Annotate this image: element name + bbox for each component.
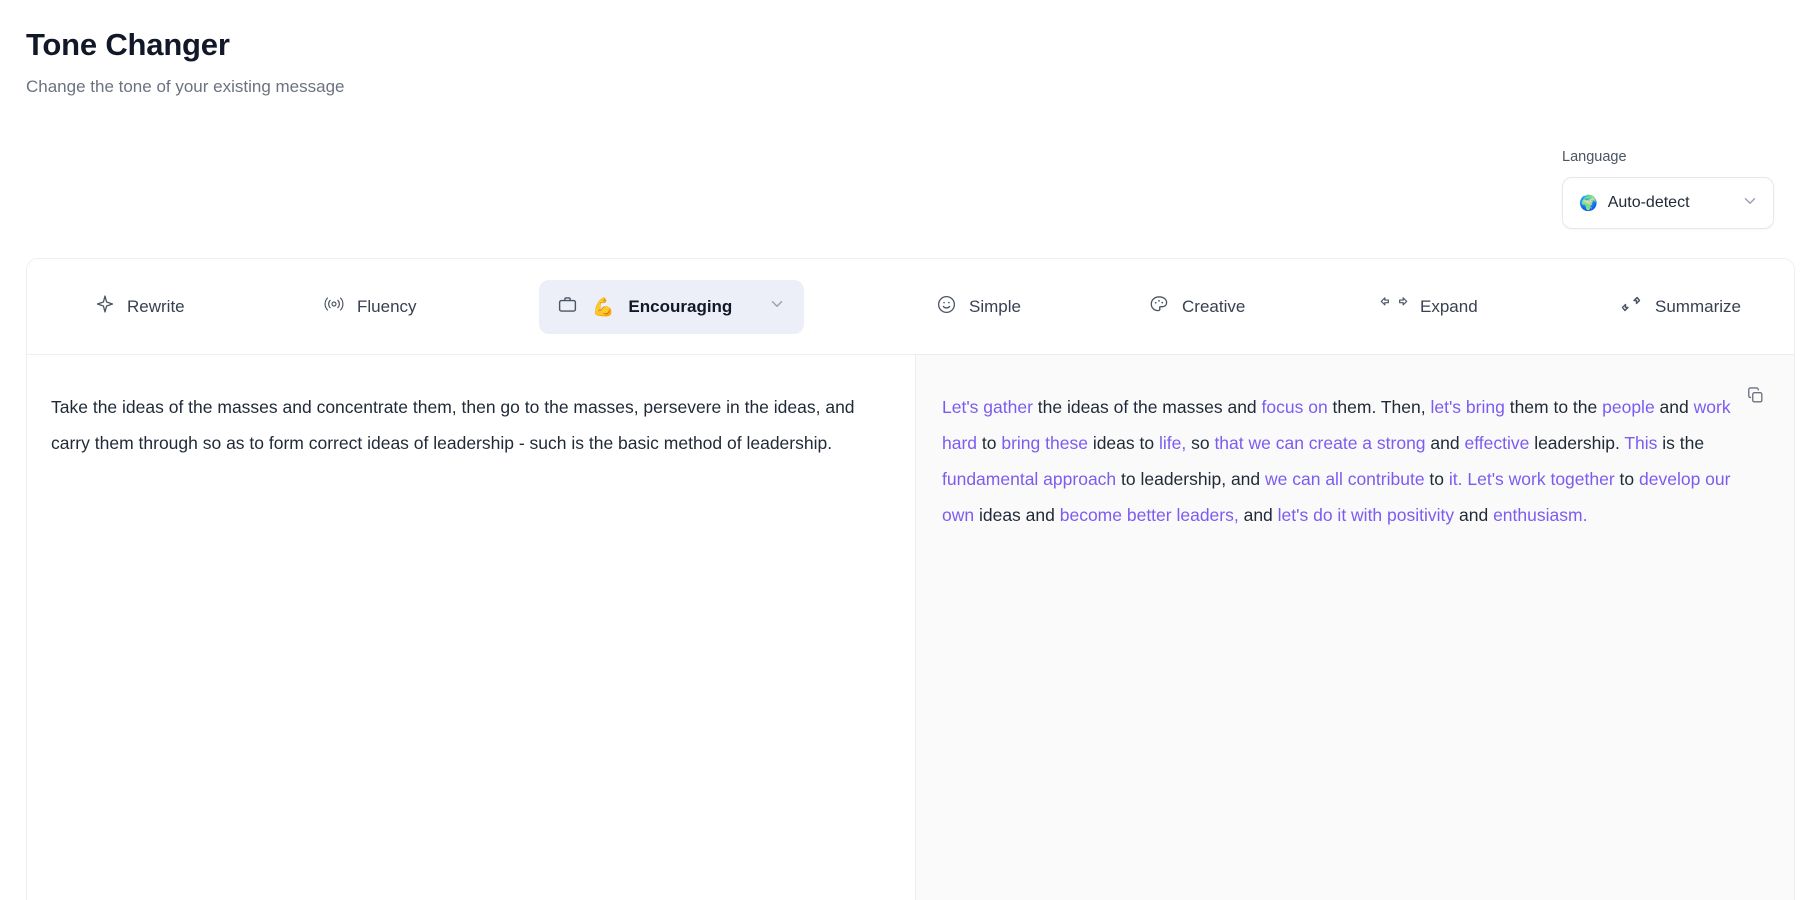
output-plain-span: them. Then,: [1327, 397, 1431, 417]
source-text[interactable]: Take the ideas of the masses and concent…: [51, 389, 881, 461]
output-highlight-span: it. Let's work together: [1448, 469, 1615, 489]
output-plain-span: to: [1424, 469, 1449, 489]
tab-simple-label: Simple: [969, 297, 1021, 316]
globe-icon: 🌍: [1579, 194, 1598, 212]
tab-encouraging-label: Encouraging: [628, 297, 733, 316]
output-plain-span: them to the: [1504, 397, 1603, 417]
tab-expand-label: Expand: [1420, 297, 1478, 316]
output-highlight-span: bring these: [1001, 433, 1088, 453]
output-highlight-span: Let's gather: [942, 397, 1033, 417]
tone-tabbar: Rewrite Fluency 💪 Encouraging Simple Cre…: [27, 259, 1794, 355]
tab-fluency[interactable]: Fluency: [307, 280, 433, 334]
output-plain-span: to: [977, 433, 1002, 453]
output-highlight-span: focus on: [1261, 397, 1328, 417]
output-text: Let's gather the ideas of the masses and…: [942, 389, 1732, 533]
tab-summarize-label: Summarize: [1655, 297, 1741, 316]
output-highlight-span: let's do it with positivity: [1277, 505, 1455, 525]
output-plain-span: to leadership, and: [1116, 469, 1266, 489]
tab-simple[interactable]: Simple: [920, 280, 1037, 334]
output-highlight-span: we can all contribute: [1265, 469, 1425, 489]
output-plain-span: and: [1454, 505, 1494, 525]
sparkle-icon: [95, 294, 115, 319]
editor-panes: Take the ideas of the masses and concent…: [27, 355, 1794, 900]
briefcase-icon: [557, 294, 578, 320]
tab-summarize[interactable]: Summarize: [1603, 280, 1757, 334]
language-selected-value: Auto-detect: [1607, 194, 1690, 211]
tab-fluency-label: Fluency: [357, 297, 417, 316]
tab-creative[interactable]: Creative: [1132, 280, 1261, 334]
output-plain-span: leadership.: [1529, 433, 1625, 453]
signal-icon: [323, 294, 345, 319]
tab-encouraging[interactable]: 💪 Encouraging: [539, 279, 805, 334]
flexed-biceps-emoji-icon: 💪: [592, 296, 615, 317]
output-highlight-span: become better leaders,: [1059, 505, 1239, 525]
output-highlight-span: let's bring: [1430, 397, 1505, 417]
palette-icon: [1148, 294, 1170, 320]
output-highlight-span: that we can create a strong: [1214, 433, 1426, 453]
language-selector-block: Language 🌍 Auto-detect: [1562, 148, 1774, 229]
output-highlight-span: enthusiasm.: [1493, 505, 1588, 525]
output-plain-span: ideas and: [974, 505, 1060, 525]
tone-changer-page: Tone Changer Change the tone of your exi…: [0, 0, 1800, 900]
page-header: Tone Changer Change the tone of your exi…: [26, 26, 344, 98]
tone-card: Rewrite Fluency 💪 Encouraging Simple Cre…: [26, 258, 1795, 900]
output-highlight-span: life,: [1158, 433, 1187, 453]
page-title: Tone Changer: [26, 27, 230, 62]
output-plain-span: and: [1425, 433, 1465, 453]
output-plain-span: is the: [1657, 433, 1705, 453]
output-plain-span: and: [1238, 505, 1278, 525]
tab-creative-label: Creative: [1182, 297, 1246, 316]
expand-arrows-icon: [1380, 295, 1408, 318]
copy-button[interactable]: [1740, 383, 1770, 413]
output-highlight-span: people: [1602, 397, 1655, 417]
chevron-down-icon: [1741, 192, 1759, 215]
tab-encouraging-chevron-down-icon[interactable]: [768, 295, 786, 318]
output-plain-span: the ideas of the masses and: [1032, 397, 1262, 417]
page-subtitle: Change the tone of your existing message: [26, 77, 345, 96]
source-pane[interactable]: Take the ideas of the masses and concent…: [27, 355, 916, 900]
copy-icon: [1746, 386, 1765, 410]
output-plain-span: ideas to: [1087, 433, 1159, 453]
output-plain-span: so: [1186, 433, 1215, 453]
output-plain-span: to: [1614, 469, 1639, 489]
smiley-icon: [936, 294, 957, 320]
tab-rewrite[interactable]: Rewrite: [79, 280, 201, 334]
tab-rewrite-label: Rewrite: [127, 297, 185, 316]
output-pane: Let's gather the ideas of the masses and…: [916, 355, 1794, 900]
summarize-arrows-icon: [1619, 293, 1643, 320]
language-select[interactable]: 🌍 Auto-detect: [1562, 177, 1774, 229]
language-label: Language: [1562, 149, 1627, 165]
output-plain-span: and: [1654, 397, 1694, 417]
tab-expand[interactable]: Expand: [1364, 280, 1494, 334]
output-highlight-span: fundamental approach: [942, 469, 1117, 489]
output-highlight-span: This: [1624, 433, 1658, 453]
output-highlight-span: effective: [1464, 433, 1530, 453]
